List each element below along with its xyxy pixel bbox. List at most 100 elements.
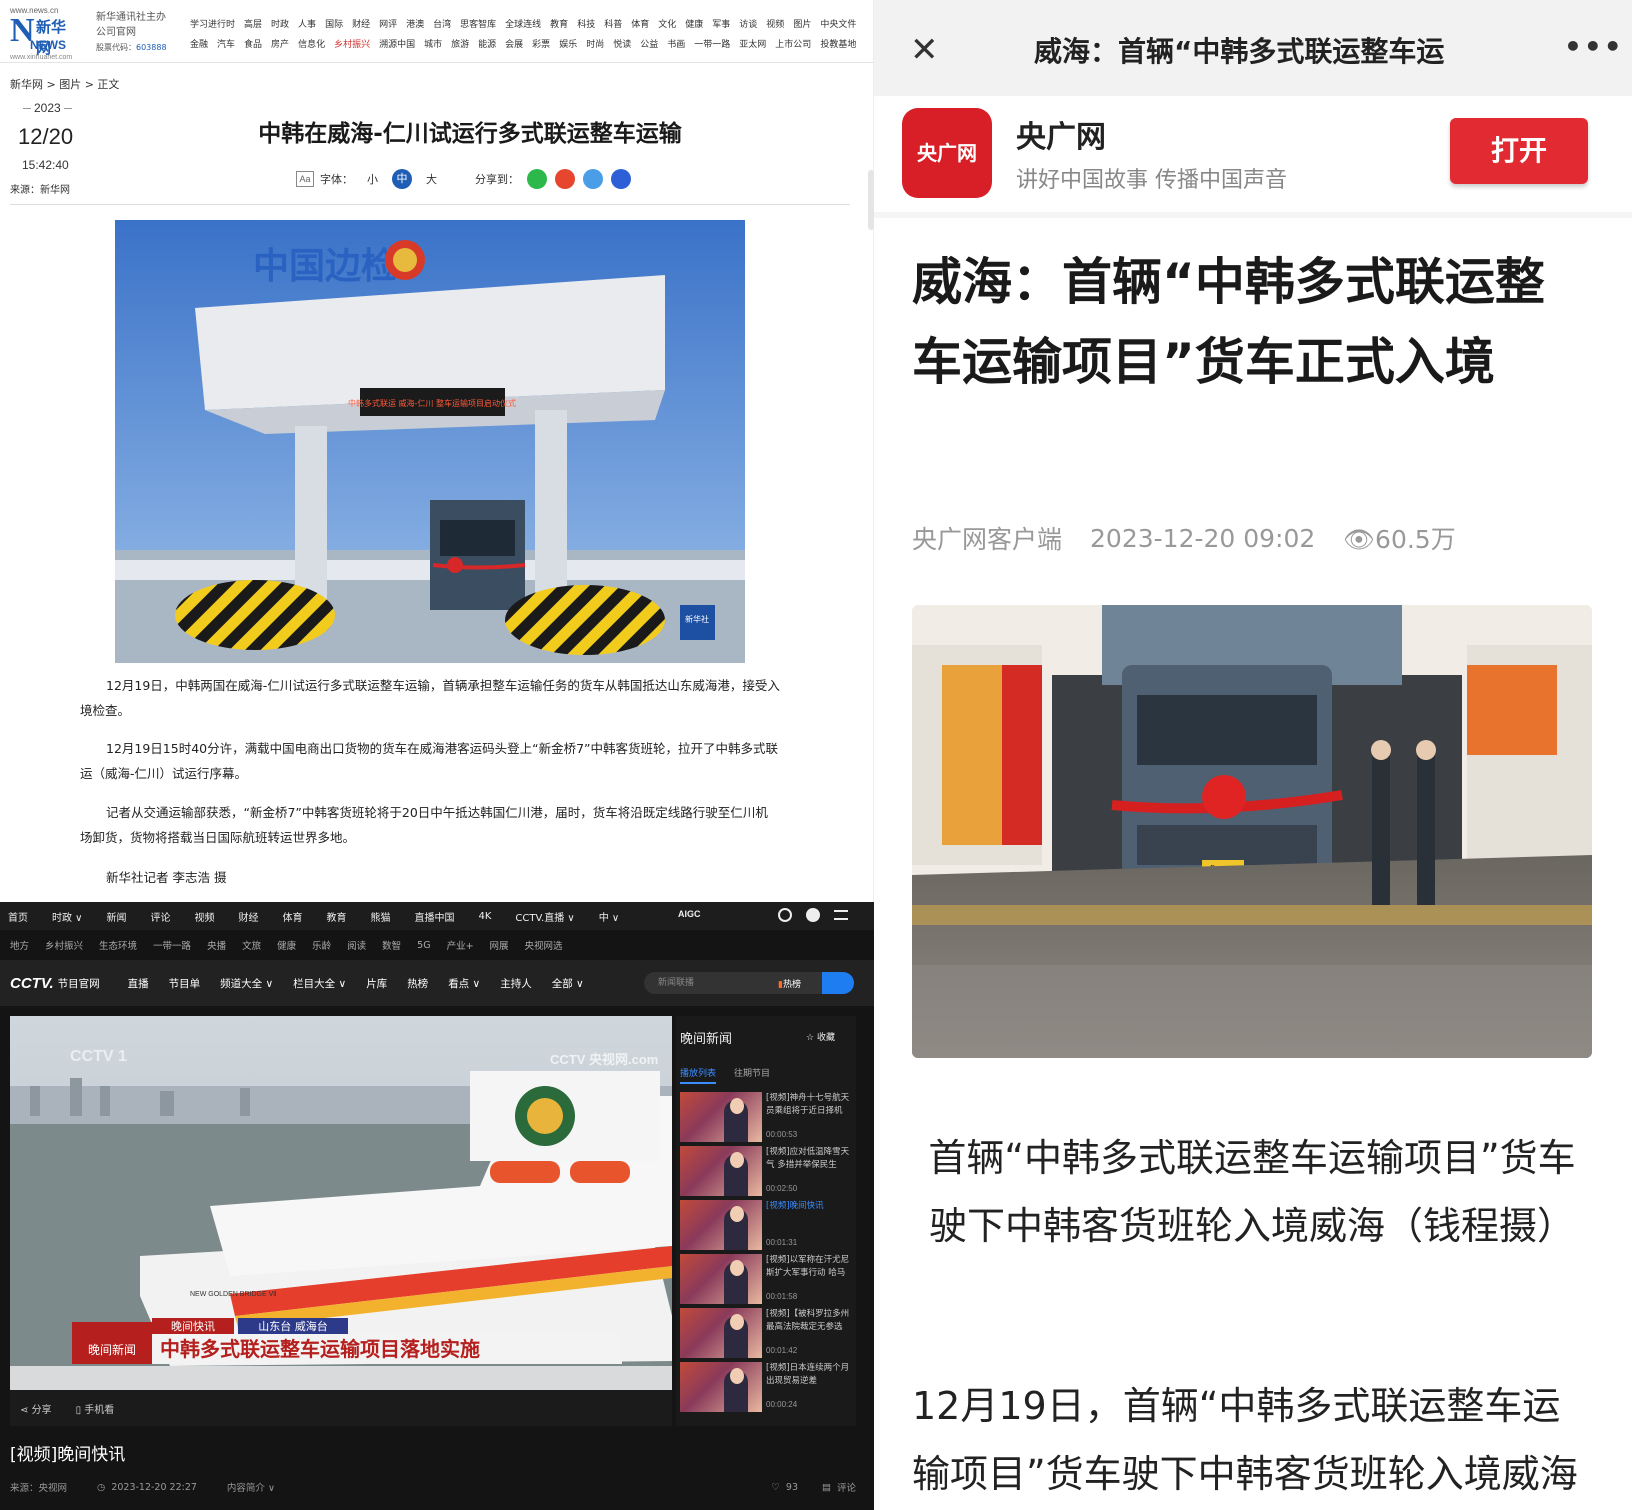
sub-nav-item-7[interactable]: 乐龄 bbox=[312, 938, 331, 952]
sub-nav-item-0[interactable]: 地方 bbox=[10, 938, 29, 952]
comment-icon[interactable]: ▤ bbox=[822, 1482, 831, 1493]
font-medium-button[interactable]: 中 bbox=[392, 169, 412, 189]
nav-item-19[interactable]: 上市公司 bbox=[775, 40, 811, 50]
share-button[interactable]: ⋖ 分享 bbox=[20, 1401, 52, 1416]
sub-nav-item-9[interactable]: 数智 bbox=[382, 938, 401, 952]
top-nav-item-6[interactable]: 体育 bbox=[283, 909, 303, 924]
nav-item-17[interactable]: 军事 bbox=[712, 20, 730, 30]
xinhua-logo[interactable]: www.news.cn N 新华网 NEWS www.xinhuanet.com bbox=[10, 6, 74, 61]
favorite-button[interactable]: ☆ 收藏 bbox=[806, 1030, 835, 1043]
nav-item-8[interactable]: 台湾 bbox=[433, 20, 451, 30]
sub-nav-item-11[interactable]: 产业+ bbox=[447, 938, 474, 952]
nav-item-15[interactable]: 公益 bbox=[640, 40, 658, 50]
nav-item-20[interactable]: 投教基地 bbox=[820, 40, 856, 50]
sub-nav-item-3[interactable]: 一带一路 bbox=[153, 938, 191, 952]
comment-label[interactable]: 评论 bbox=[837, 1480, 856, 1494]
nav-item-16[interactable]: 书画 bbox=[667, 40, 685, 50]
nav-item-6[interactable]: 溯源中国 bbox=[379, 40, 415, 50]
breadcrumb[interactable]: 新华网 > 图片 > 正文 bbox=[10, 76, 119, 92]
tab-past-episodes[interactable]: 往期节目 bbox=[734, 1066, 770, 1084]
top-nav-item-10[interactable]: 4K bbox=[479, 911, 492, 922]
program-nav-item-5[interactable]: 热榜 bbox=[407, 976, 428, 991]
nav-item-7[interactable]: 港澳 bbox=[406, 20, 424, 30]
program-nav-item-2[interactable]: 频道大全 ∨ bbox=[220, 976, 273, 991]
nav-item-15[interactable]: 文化 bbox=[658, 20, 676, 30]
nav-item-13[interactable]: 科普 bbox=[604, 20, 622, 30]
top-nav-item-8[interactable]: 熊猫 bbox=[371, 909, 391, 924]
nav-item-13[interactable]: 时尚 bbox=[586, 40, 604, 50]
nav-item-17[interactable]: 一带一路 bbox=[694, 40, 730, 50]
nav-item-9[interactable]: 能源 bbox=[478, 40, 496, 50]
sub-nav-item-4[interactable]: 央播 bbox=[207, 938, 226, 952]
playlist-item[interactable]: [视频]神舟十七号航天员乘组将于近日择机 00:00:53 bbox=[680, 1092, 852, 1144]
sub-nav-item-8[interactable]: 阅读 bbox=[347, 938, 366, 952]
nav-item-0[interactable]: 金融 bbox=[190, 40, 208, 50]
nav-item-9[interactable]: 思客智库 bbox=[460, 20, 496, 30]
nav-item-18[interactable]: 访谈 bbox=[739, 20, 757, 30]
program-nav-item-6[interactable]: 看点 ∨ bbox=[448, 976, 480, 991]
top-nav-item-4[interactable]: 视频 bbox=[195, 909, 215, 924]
top-nav-item-12[interactable]: 中 ∨ bbox=[599, 909, 620, 924]
nav-item-11[interactable]: 教育 bbox=[550, 20, 568, 30]
wechat-icon[interactable] bbox=[527, 169, 547, 189]
nav-item-11[interactable]: 彩票 bbox=[532, 40, 550, 50]
search-button[interactable] bbox=[822, 972, 854, 994]
sub-nav-item-1[interactable]: 乡村振兴 bbox=[45, 938, 83, 952]
nav-item-10[interactable]: 会展 bbox=[505, 40, 523, 50]
cctv-logo[interactable]: CCTV. bbox=[10, 975, 54, 992]
sub-nav-item-13[interactable]: 央视网选 bbox=[525, 938, 563, 952]
playlist-item[interactable]: [视频]晚间快讯 00:01:31 bbox=[680, 1200, 852, 1252]
program-nav-item-7[interactable]: 主持人 bbox=[500, 976, 532, 991]
nav-item-1[interactable]: 汽车 bbox=[217, 40, 235, 50]
nav-item-7[interactable]: 城市 bbox=[424, 40, 442, 50]
open-app-button[interactable]: 打开 bbox=[1450, 118, 1588, 184]
nav-item-18[interactable]: 亚太网 bbox=[739, 40, 766, 50]
tab-playlist[interactable]: 播放列表 bbox=[680, 1066, 717, 1084]
search-icon[interactable] bbox=[778, 908, 792, 922]
top-nav-item-9[interactable]: 直播中国 bbox=[415, 909, 455, 924]
nav-item-12[interactable]: 娱乐 bbox=[559, 40, 577, 50]
top-nav-item-2[interactable]: 新闻 bbox=[107, 909, 127, 924]
nav-item-0[interactable]: 学习进行时 bbox=[190, 20, 235, 30]
program-nav-item-1[interactable]: 节目单 bbox=[169, 976, 201, 991]
qq-icon[interactable] bbox=[611, 169, 631, 189]
font-large-button[interactable]: 大 bbox=[426, 171, 437, 187]
sub-nav-item-12[interactable]: 网展 bbox=[490, 938, 509, 952]
top-nav-item-1[interactable]: 时政 ∨ bbox=[52, 909, 83, 924]
nav-item-1[interactable]: 高层 bbox=[244, 20, 262, 30]
font-small-button[interactable]: 小 bbox=[367, 171, 378, 187]
sub-nav-item-10[interactable]: 5G bbox=[417, 940, 430, 951]
more-icon[interactable]: ••• bbox=[1564, 30, 1624, 63]
sub-nav-item-5[interactable]: 文旅 bbox=[242, 938, 261, 952]
nav-item-5[interactable]: 财经 bbox=[352, 20, 370, 30]
sub-nav-item-2[interactable]: 生态环境 bbox=[99, 938, 137, 952]
nav-item-2[interactable]: 时政 bbox=[271, 20, 289, 30]
nav-item-3[interactable]: 房产 bbox=[271, 40, 289, 50]
top-nav-item-7[interactable]: 教育 bbox=[327, 909, 347, 924]
top-nav-item-5[interactable]: 财经 bbox=[239, 909, 259, 924]
weibo-icon[interactable] bbox=[555, 169, 575, 189]
like-icon[interactable]: ♡ bbox=[771, 1482, 780, 1493]
nav-item-20[interactable]: 图片 bbox=[793, 20, 811, 30]
playlist-item[interactable]: [视频]【被科罗拉多州最高法院裁定无参选 00:01:42 bbox=[680, 1308, 852, 1360]
nav-item-16[interactable]: 健康 bbox=[685, 20, 703, 30]
video-player[interactable]: NEW GOLDEN BRIDGE Ⅶ CCTV 1 CCTV 央视网.com … bbox=[10, 1016, 672, 1390]
intro-toggle[interactable]: 内容简介 ∨ bbox=[227, 1480, 275, 1494]
playlist-item[interactable]: [视频]日本连续两个月出现贸易逆差 00:00:24 bbox=[680, 1362, 852, 1414]
nav-item-4[interactable]: 信息化 bbox=[298, 40, 325, 50]
nav-item-19[interactable]: 视频 bbox=[766, 20, 784, 30]
playlist-item[interactable]: [视频]应对低温降雪天气 多措并举保民生 00:02:50 bbox=[680, 1146, 852, 1198]
nav-item-14[interactable]: 体育 bbox=[631, 20, 649, 30]
nav-item-2[interactable]: 食品 bbox=[244, 40, 262, 50]
program-nav-item-4[interactable]: 片库 bbox=[366, 976, 387, 991]
aigc-badge[interactable]: AIGC bbox=[678, 909, 701, 919]
nav-item-4[interactable]: 国际 bbox=[325, 20, 343, 30]
playlist-item[interactable]: [视频]以军称在汗尤尼斯扩大军事行动 哈马 00:01:58 bbox=[680, 1254, 852, 1306]
nav-item-12[interactable]: 科技 bbox=[577, 20, 595, 30]
program-nav-item-8[interactable]: 全部 ∨ bbox=[552, 976, 584, 991]
top-nav-item-11[interactable]: CCTV.直播 ∨ bbox=[515, 909, 574, 924]
close-icon[interactable]: ✕ bbox=[910, 30, 939, 70]
top-nav-item-3[interactable]: 评论 bbox=[151, 909, 171, 924]
hot-list-link[interactable]: ▮热榜 bbox=[778, 977, 801, 990]
nav-item-14[interactable]: 悦读 bbox=[613, 40, 631, 50]
